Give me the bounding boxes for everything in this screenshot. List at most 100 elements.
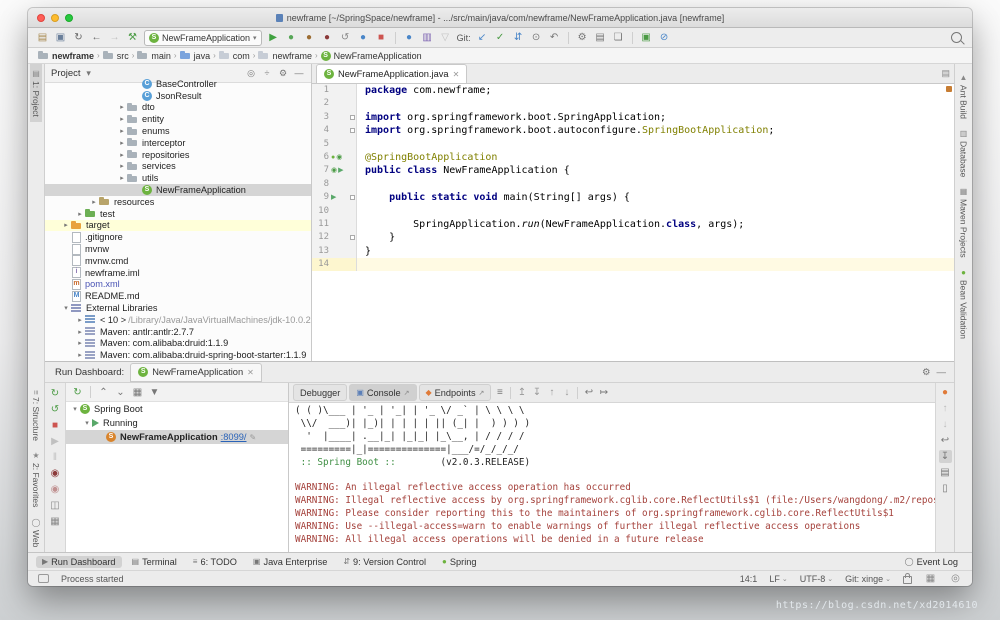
readonly-lock-icon[interactable]: [903, 576, 912, 584]
collapsed-arrow-icon[interactable]: ▸: [117, 162, 127, 170]
project-tree-item[interactable]: ▸interceptor: [45, 137, 311, 149]
spring-run-icon[interactable]: ●: [939, 386, 952, 399]
tool-button-bean-validation[interactable]: ●Bean Validation: [958, 263, 970, 344]
project-tree-item[interactable]: ▸Maven: antlr:antlr:2.7.7: [45, 326, 311, 338]
expand-all-icon[interactable]: ⌄: [114, 386, 127, 399]
run-class-icon[interactable]: ▶: [338, 167, 343, 175]
collapsed-arrow-icon[interactable]: ▸: [61, 221, 71, 229]
port-link[interactable]: :8099/: [221, 432, 247, 442]
soft-wrap-icon[interactable]: ↩: [582, 386, 595, 399]
project-tree-item[interactable]: inewframe.iml: [45, 267, 311, 279]
tool-button-web[interactable]: ◯Web: [30, 513, 42, 552]
caret-position[interactable]: 14:1: [740, 574, 758, 584]
rerun-app-icon[interactable]: ↺: [49, 403, 62, 416]
notification-bubble-icon[interactable]: [38, 574, 49, 583]
settings-icon[interactable]: ⚙: [576, 31, 589, 44]
down-icon[interactable]: ↓: [939, 418, 952, 431]
settings-icon[interactable]: ⚙: [922, 367, 931, 378]
console-tab-endpoints[interactable]: ◆Endpoints↗: [419, 384, 492, 401]
editor-line[interactable]: 14: [312, 258, 954, 271]
breadcrumb-item[interactable]: src: [103, 50, 129, 61]
search-icon[interactable]: [951, 32, 962, 43]
tool-window-button-terminal[interactable]: ▤Terminal: [126, 556, 183, 568]
stop-icon[interactable]: ■: [375, 31, 388, 44]
line-separator-select[interactable]: LF⌄: [769, 574, 787, 584]
back-icon[interactable]: ←: [90, 31, 103, 44]
editor-line[interactable]: 7◉▶public class NewFrameApplication {: [312, 164, 954, 177]
rerun-icon[interactable]: ↺: [339, 31, 352, 44]
resume-icon[interactable]: ▶: [49, 435, 62, 448]
tool-window-button-6-todo[interactable]: ≡6: TODO: [187, 556, 243, 568]
project-tree-item[interactable]: ▸Maven: com.alibaba:druid:1.1.9: [45, 338, 311, 350]
project-tree-item[interactable]: ▸entity: [45, 113, 311, 125]
console-output[interactable]: ( ( )\___ | '_ | '_| | '_ \/ _` | \ \ \ …: [289, 403, 935, 552]
event-log-button[interactable]: ◯Event Log: [899, 556, 964, 568]
expanded-arrow-icon[interactable]: ▾: [61, 304, 71, 312]
project-tree-item[interactable]: CBaseController: [45, 78, 311, 90]
run-dashboard-item[interactable]: ▾SSpring Boot: [66, 402, 288, 416]
collapsed-arrow-icon[interactable]: ▸: [117, 127, 127, 135]
soft-wrap-icon[interactable]: ↩: [939, 434, 952, 447]
editor-line[interactable]: 8: [312, 178, 954, 191]
tool-button-database[interactable]: ▥Database: [958, 124, 970, 182]
tool-button-ant-build[interactable]: ▲Ant Build: [958, 68, 970, 124]
project-tree-item[interactable]: ▸services: [45, 161, 311, 173]
history-up-icon[interactable]: ↑: [545, 386, 558, 399]
tool-button-2-favorites[interactable]: ★2: Favorites: [30, 446, 42, 512]
collapsed-arrow-icon[interactable]: ▸: [117, 103, 127, 111]
editor-line[interactable]: 12 }: [312, 231, 954, 244]
editor-line[interactable]: 11 SpringApplication.run(NewFrameApplica…: [312, 218, 954, 231]
profiler-icon[interactable]: ●: [321, 31, 334, 44]
git-rollback-icon[interactable]: ↶: [548, 31, 561, 44]
tool-window-button-9-version-control[interactable]: ⇵9: Version Control: [337, 556, 432, 568]
locate-icon[interactable]: ◎: [245, 68, 257, 79]
tool-button-maven-projects[interactable]: ▦Maven Projects: [958, 182, 970, 263]
editor-line[interactable]: 2: [312, 97, 954, 110]
restore-layout-icon[interactable]: ❏: [612, 31, 625, 44]
collapsed-arrow-icon[interactable]: ▸: [117, 139, 127, 147]
up-stack-icon[interactable]: ↥: [515, 386, 528, 399]
block-icon[interactable]: ⊘: [658, 31, 671, 44]
editor-line[interactable]: 1package com.newframe;: [312, 84, 954, 97]
run-dashboard-item[interactable]: SNewFrameApplication:8099/✎: [66, 430, 288, 444]
editor-line[interactable]: 6●◉@SpringBootApplication: [312, 151, 954, 164]
expanded-arrow-icon[interactable]: ▾: [82, 419, 92, 427]
stop-icon[interactable]: ■: [49, 419, 62, 432]
hide-icon[interactable]: —: [293, 68, 305, 79]
collapsed-arrow-icon[interactable]: ▸: [117, 115, 127, 123]
title-bar[interactable]: newframe [~/SpringSpace/newframe] - .../…: [28, 8, 972, 28]
collapsed-arrow-icon[interactable]: ▸: [89, 198, 99, 206]
view-changes-icon[interactable]: ▥: [421, 31, 434, 44]
editor-line[interactable]: 13}: [312, 245, 954, 258]
coverage-icon[interactable]: ●: [303, 31, 316, 44]
console-tab-console[interactable]: ▣Console↗: [349, 384, 416, 401]
spring-annotation-icon[interactable]: ●: [331, 154, 335, 162]
editor-line[interactable]: 9▶ public static void main(String[] args…: [312, 191, 954, 204]
editor-line[interactable]: 5: [312, 138, 954, 151]
project-tree-item[interactable]: .gitignore: [45, 231, 311, 243]
encoding-select[interactable]: UTF-8⌄: [800, 574, 833, 584]
project-tree-item[interactable]: SNewFrameApplication: [45, 184, 311, 196]
project-tree-item[interactable]: ▸utils: [45, 172, 311, 184]
console-tab-debugger[interactable]: Debugger: [293, 384, 347, 401]
project-tree-item[interactable]: mpom.xml: [45, 279, 311, 291]
fold-marker-icon[interactable]: [350, 195, 355, 200]
print-icon[interactable]: ▤: [939, 466, 952, 479]
breadcrumb-item[interactable]: SNewFrameApplication: [321, 51, 422, 61]
history-down-icon[interactable]: ↓: [560, 386, 573, 399]
project-tree-item[interactable]: ▾External Libraries: [45, 302, 311, 314]
clear-icon[interactable]: ▯: [939, 482, 952, 495]
chevron-down-icon[interactable]: ▾: [85, 68, 93, 79]
tool-button-7-structure[interactable]: ≡7: Structure: [30, 385, 42, 447]
project-tree-item[interactable]: ▸< 10 > /Library/Java/JavaVirtualMachine…: [45, 314, 311, 326]
snapshot-icon[interactable]: ◫: [49, 499, 62, 512]
project-tree-item[interactable]: CJsonResult: [45, 90, 311, 102]
build-icon[interactable]: ⚒: [126, 31, 139, 44]
project-tree-item[interactable]: ▸dto: [45, 102, 311, 114]
project-tree-item[interactable]: ▸Maven: com.alibaba:druid-spring-boot-st…: [45, 349, 311, 361]
indent-icon[interactable]: ▦: [924, 572, 937, 585]
run-method-icon[interactable]: ▶: [331, 194, 336, 202]
project-tree-item[interactable]: mvnw: [45, 243, 311, 255]
project-tree-item[interactable]: ▸repositories: [45, 149, 311, 161]
fold-marker-icon[interactable]: [350, 235, 355, 240]
